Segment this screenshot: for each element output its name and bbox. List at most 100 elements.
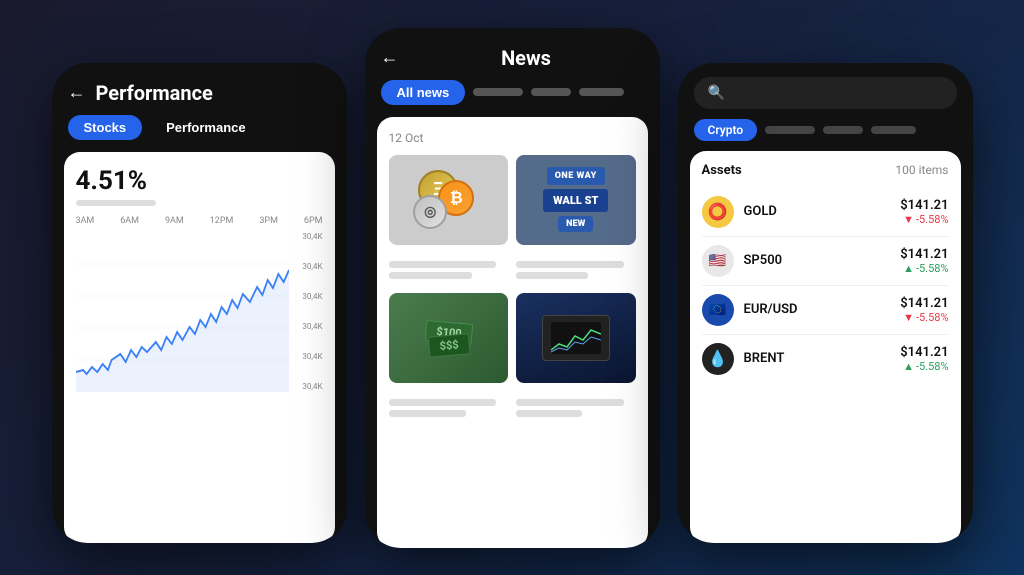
filter-pill-3[interactable]: [579, 88, 624, 96]
news-text-right-2: [516, 399, 636, 421]
news-line: [516, 261, 624, 268]
time-3pm: 3PM: [259, 216, 278, 226]
change-pct-eurusd: -5.58%: [916, 311, 949, 324]
news-image-crypto[interactable]: Ξ ₿ ◎: [389, 155, 509, 245]
chart-container: 4.51% 3AM 6AM 9AM 12PM 3PM 6PM: [64, 152, 335, 543]
asset-price-value-brent: $141.21: [900, 345, 948, 360]
news-line: [389, 410, 467, 417]
asset-change-brent: ▲ -5.58%: [900, 360, 948, 373]
arrow-up-sp500: ▲: [903, 262, 914, 275]
asset-change-eurusd: ▼ -5.58%: [900, 311, 948, 324]
time-12pm: 12PM: [210, 216, 234, 226]
perf-header: ← Performance: [52, 63, 347, 115]
news-content: 12 Oct Ξ ₿ ◎ ONE WAY WALL ST: [377, 117, 648, 548]
perf-tabs: Stocks Performance: [52, 115, 347, 152]
search-bar[interactable]: 🔍: [694, 77, 957, 109]
y-label-1: 30,4K: [291, 232, 323, 241]
asset-icon-eurusd: 🇪🇺: [702, 294, 734, 326]
asset-change-sp500: ▲ -5.58%: [900, 262, 948, 275]
arrow-down-eurusd: ▼: [903, 311, 914, 324]
news-image-laptop[interactable]: [516, 293, 636, 383]
arrow-down-gold: ▼: [903, 213, 914, 226]
asset-icon-sp500: 🇺🇸: [702, 245, 734, 277]
asset-price-brent: $141.21 ▲ -5.58%: [900, 345, 948, 373]
phone-performance: ← Performance Stocks Performance 4.51% 3…: [52, 63, 347, 543]
assets-label: Assets: [702, 163, 742, 178]
filter-all-news[interactable]: All news: [381, 80, 466, 105]
news-line: [389, 261, 497, 268]
news-text-row-1: [389, 255, 636, 283]
phone-news: ← News All news 12 Oct Ξ ₿ ◎: [365, 28, 660, 548]
news-filter-row: All news: [365, 80, 660, 117]
search-icon: 🔍: [708, 85, 725, 101]
news-line: [389, 399, 497, 406]
news-date: 12 Oct: [389, 131, 636, 145]
back-arrow-center[interactable]: ←: [381, 47, 399, 68]
change-pct-sp500: -5.58%: [916, 262, 949, 275]
news-text-right: [516, 261, 636, 283]
news-header: ← News: [365, 28, 660, 80]
scene: ← Performance Stocks Performance 4.51% 3…: [0, 0, 1024, 575]
asset-price-eurusd: $141.21 ▼ -5.58%: [900, 296, 948, 324]
chart-bar-placeholder: [76, 200, 156, 206]
y-label-4: 30,4K: [291, 322, 323, 331]
news-image-money[interactable]: $ $100 $$$: [389, 293, 509, 383]
asset-change-gold: ▼ -5.58%: [900, 213, 948, 226]
filter-pill-gray-3[interactable]: [871, 126, 916, 134]
asset-price-value-eurusd: $141.21: [900, 296, 948, 311]
asset-price-sp500: $141.21 ▲ -5.58%: [900, 247, 948, 275]
y-label-2: 30,4K: [291, 262, 323, 271]
news-line: [516, 399, 624, 406]
asset-row-sp500[interactable]: 🇺🇸 SP500 $141.21 ▲ -5.58%: [702, 237, 949, 286]
asset-price-value-sp500: $141.21: [900, 247, 948, 262]
filter-pill-2[interactable]: [531, 88, 571, 96]
chart-area: 30,4K 30,4K 30,4K 30,4K 30,4K 30,4K: [76, 232, 323, 392]
assets-list-header: Assets 100 items: [702, 163, 949, 178]
time-9am: 9AM: [165, 216, 184, 226]
chart-value: 4.51%: [76, 166, 323, 196]
time-3am: 3AM: [76, 216, 95, 226]
tab-performance[interactable]: Performance: [150, 115, 261, 140]
perf-title: Performance: [96, 81, 213, 105]
news-line: [389, 272, 473, 279]
filter-pill-gray-1[interactable]: [765, 126, 815, 134]
news-image-wallst[interactable]: ONE WAY WALL ST NEW: [516, 155, 636, 245]
asset-name-brent: BRENT: [744, 351, 891, 366]
y-label-6: 30,4K: [291, 382, 323, 391]
asset-row-brent[interactable]: 💧 BRENT $141.21 ▲ -5.58%: [702, 335, 949, 383]
filter-pill-1[interactable]: [473, 88, 523, 96]
asset-name-sp500: SP500: [744, 253, 891, 268]
chart-time-labels: 3AM 6AM 9AM 12PM 3PM 6PM: [76, 216, 323, 226]
change-pct-gold: -5.58%: [916, 213, 949, 226]
asset-row-gold[interactable]: ⭕ GOLD $141.21 ▼ -5.58%: [702, 188, 949, 237]
news-title: News: [409, 46, 644, 70]
assets-list: Assets 100 items ⭕ GOLD $141.21 ▼ -5.58%: [690, 151, 961, 543]
news-text-left: [389, 261, 509, 283]
asset-row-eurusd[interactable]: 🇪🇺 EUR/USD $141.21 ▼ -5.58%: [702, 286, 949, 335]
news-line: [516, 410, 582, 417]
asset-name-gold: GOLD: [744, 204, 891, 219]
assets-filter-row: Crypto: [694, 119, 957, 141]
y-label-3: 30,4K: [291, 292, 323, 301]
asset-icon-gold: ⭕: [702, 196, 734, 228]
assets-header: 🔍 Crypto: [678, 63, 973, 151]
phone-crypto: 🔍 Crypto Assets 100 items ⭕: [678, 63, 973, 543]
news-text-left-2: [389, 399, 509, 421]
time-6pm: 6PM: [304, 216, 323, 226]
asset-price-gold: $141.21 ▼ -5.58%: [900, 198, 948, 226]
change-pct-brent: -5.58%: [916, 360, 949, 373]
tab-stocks[interactable]: Stocks: [68, 115, 143, 140]
asset-name-eurusd: EUR/USD: [744, 302, 891, 317]
arrow-up-brent: ▲: [903, 360, 914, 373]
news-line: [516, 272, 588, 279]
news-grid-bottom: $ $100 $$$: [389, 293, 636, 383]
filter-pill-gray-2[interactable]: [823, 126, 863, 134]
y-label-5: 30,4K: [291, 352, 323, 361]
time-6am: 6AM: [120, 216, 139, 226]
asset-icon-brent: 💧: [702, 343, 734, 375]
news-text-row-2: [389, 393, 636, 421]
back-arrow-left[interactable]: ←: [68, 82, 86, 103]
chart-y-labels: 30,4K 30,4K 30,4K 30,4K 30,4K 30,4K: [291, 232, 323, 392]
filter-crypto[interactable]: Crypto: [694, 119, 758, 141]
assets-count: 100 items: [895, 163, 948, 178]
